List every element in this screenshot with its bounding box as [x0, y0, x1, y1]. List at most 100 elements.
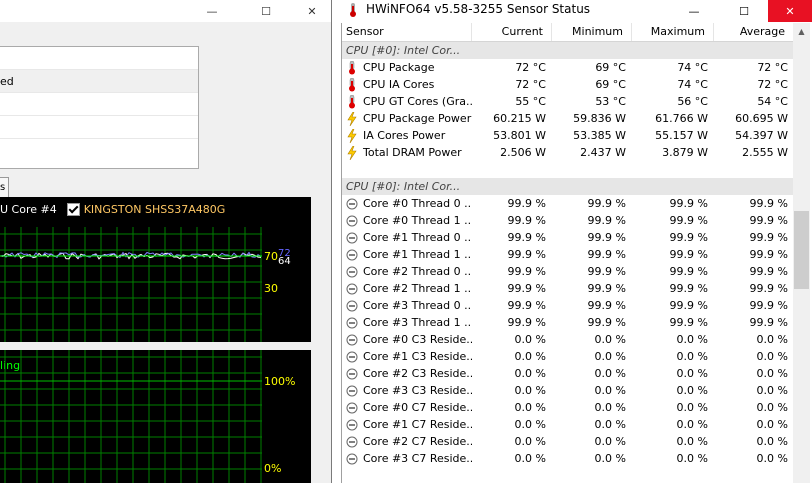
cell-average: 99.9 % — [749, 299, 788, 312]
cell-maximum: 99.9 % — [669, 265, 708, 278]
table-row[interactable]: Core #3 Thread 1 ... 99.9 % 99.9 % 99.9 % 99… — [342, 314, 794, 331]
table-row[interactable]: Core #1 Thread 0 ... 99.9 % 99.9 % 99.9 % 99… — [342, 229, 794, 246]
table-row[interactable]: Core #2 C3 Reside... 0.0 % 0.0 % 0.0 % 0.0 % — [342, 365, 794, 382]
cell-current: 99.9 % — [507, 316, 546, 329]
axis-label-70: 70 — [264, 250, 278, 263]
table-row[interactable]: Core #3 C3 Reside... 0.0 % 0.0 % 0.0 % 0.0 % — [342, 382, 794, 399]
table-row[interactable]: CPU Package Power 60.215 W 59.836 W 61.766 … — [342, 110, 794, 127]
table-row[interactable]: Core #1 C3 Reside... 0.0 % 0.0 % 0.0 % 0.0 % — [342, 348, 794, 365]
table-row[interactable]: Core #0 Thread 0 ... 99.9 % 99.9 % 99.9 % 99… — [342, 195, 794, 212]
table-row[interactable]: Core #0 C7 Reside... 0.0 % 0.0 % 0.0 % 0.0 % — [342, 399, 794, 416]
sensor-list[interactable]: ed — [0, 46, 199, 169]
cell-maximum: 99.9 % — [669, 282, 708, 295]
group-row[interactable]: CPU [#0]: Intel Cor... — [342, 178, 794, 195]
table-row[interactable]: Core #2 C7 Reside... 0.0 % 0.0 % 0.0 % 0.0 % — [342, 433, 794, 450]
table-row[interactable]: Total DRAM Power 2.506 W 2.437 W 3.879 W 2.5… — [342, 144, 794, 161]
cell-sensor: Core #2 C3 Reside... — [342, 365, 472, 382]
cell-average: 0.0 % — [756, 384, 788, 397]
cell-average: 60.695 W — [735, 112, 788, 125]
vertical-scrollbar[interactable]: ▲ — [793, 23, 810, 483]
cell-minimum: 99.9 % — [587, 231, 626, 244]
list-item[interactable] — [0, 139, 198, 161]
table-row[interactable]: Core #3 Thread 0 ... 99.9 % 99.9 % 99.9 % 99… — [342, 297, 794, 314]
cell-average: 99.9 % — [749, 316, 788, 329]
cell-sensor: Core #2 Thread 1 ... — [342, 280, 472, 297]
sensor-name: Core #3 C7 Reside... — [363, 452, 472, 465]
left-maximize-button[interactable]: ☐ — [249, 0, 283, 22]
cell-average: 0.0 % — [756, 401, 788, 414]
cell-sensor: CPU [#0]: Intel Cor... — [342, 178, 472, 195]
cell-maximum: 99.9 % — [669, 214, 708, 227]
gauge-icon — [346, 197, 363, 211]
tab-partial[interactable]: s — [0, 177, 9, 199]
cell-minimum: 0.0 % — [594, 350, 626, 363]
temperature-graph: 70 72 64 30 — [0, 227, 291, 342]
list-item[interactable] — [0, 93, 198, 116]
table-row[interactable]: IA Cores Power 53.801 W 53.385 W 55.157 W 54… — [342, 127, 794, 144]
column-header-current[interactable]: Current — [472, 23, 552, 41]
table-row[interactable]: Core #2 Thread 1 ... 99.9 % 99.9 % 99.9 % 99… — [342, 280, 794, 297]
maximize-icon: ☐ — [739, 4, 749, 18]
cell-current: 99.9 % — [507, 214, 546, 227]
left-minimize-button[interactable]: — — [195, 0, 229, 22]
sensor-table[interactable]: Sensor Current Minimum Maximum Average C… — [341, 23, 794, 483]
cell-average: 99.9 % — [749, 248, 788, 261]
list-item[interactable] — [0, 47, 198, 70]
cell-current: 99.9 % — [507, 231, 546, 244]
cell-current: 99.9 % — [507, 197, 546, 210]
cell-maximum: 0.0 % — [676, 418, 708, 431]
cell-sensor: Core #3 Thread 0 ... — [342, 297, 472, 314]
column-header-minimum[interactable]: Minimum — [552, 23, 632, 41]
cell-average: 99.9 % — [749, 231, 788, 244]
table-row[interactable]: Core #2 Thread 0 ... 99.9 % 99.9 % 99.9 % 99… — [342, 263, 794, 280]
table-row[interactable]: Core #3 C7 Reside... 0.0 % 0.0 % 0.0 % 0.0 % — [342, 450, 794, 467]
drive-checkbox[interactable] — [66, 203, 80, 216]
sensor-name: Core #0 C3 Reside... — [363, 333, 472, 346]
cell-maximum: 99.9 % — [669, 248, 708, 261]
cell-maximum: 56 °C — [677, 95, 708, 108]
table-row[interactable]: CPU IA Cores 72 °C 69 °C 74 °C 72 °C — [342, 76, 794, 93]
scrollbar-thumb[interactable] — [794, 211, 809, 289]
close-icon: ✕ — [307, 4, 317, 18]
sensor-name: Core #3 C3 Reside... — [363, 384, 472, 397]
maximize-button[interactable]: ☐ — [724, 0, 764, 22]
column-header-average[interactable]: Average — [714, 23, 794, 41]
cell-maximum: 0.0 % — [676, 333, 708, 346]
cell-sensor: CPU GT Cores (Gra... — [342, 93, 472, 110]
table-row[interactable]: CPU Package 72 °C 69 °C 74 °C 72 °C — [342, 59, 794, 76]
gauge-icon — [346, 231, 363, 245]
maximize-icon: ☐ — [261, 4, 271, 18]
left-close-button[interactable]: ✕ — [295, 0, 329, 22]
table-row[interactable]: Core #0 C3 Reside... 0.0 % 0.0 % 0.0 % 0.0 % — [342, 331, 794, 348]
cell-minimum: 99.9 % — [587, 282, 626, 295]
group-row[interactable]: CPU [#0]: Intel Cor... — [342, 42, 794, 59]
scroll-up-icon[interactable]: ▲ — [793, 23, 810, 40]
thermometer-app-icon — [350, 3, 356, 17]
list-item-selected[interactable]: ed — [0, 70, 198, 93]
drive-label: KINGSTON SHSS37A480G — [83, 203, 226, 216]
column-header-maximum[interactable]: Maximum — [632, 23, 714, 41]
minimize-button[interactable]: — — [674, 0, 714, 22]
cell-current — [472, 178, 552, 195]
cell-maximum: 0.0 % — [676, 435, 708, 448]
table-row[interactable]: Core #0 Thread 1 ... 99.9 % 99.9 % 99.9 % 99… — [342, 212, 794, 229]
table-row[interactable]: Core #1 Thread 1 ... 99.9 % 99.9 % 99.9 % 99… — [342, 246, 794, 263]
cell-minimum: 53.385 W — [573, 129, 626, 142]
cell-average — [714, 42, 794, 59]
table-row[interactable]: CPU GT Cores (Gra... 55 °C 53 °C 56 °C 54 °C — [342, 93, 794, 110]
axis-label-100: 100% — [264, 375, 296, 388]
list-item[interactable] — [0, 116, 198, 139]
cell-current: 0.0 % — [514, 333, 546, 346]
graph-grid — [0, 350, 262, 483]
close-button[interactable]: ✕ — [768, 0, 812, 22]
cell-minimum: 99.9 % — [587, 214, 626, 227]
cell-minimum: 59.836 W — [573, 112, 626, 125]
cell-sensor: Core #1 Thread 0 ... — [342, 229, 472, 246]
cell-maximum: 61.766 W — [655, 112, 708, 125]
sensor-name: Core #2 Thread 0 ... — [363, 265, 472, 278]
cell-average: 0.0 % — [756, 435, 788, 448]
cell-sensor: Core #1 C3 Reside... — [342, 348, 472, 365]
column-header-sensor[interactable]: Sensor — [342, 23, 472, 41]
cell-minimum: 0.0 % — [594, 384, 626, 397]
table-row[interactable]: Core #1 C7 Reside... 0.0 % 0.0 % 0.0 % 0.0 % — [342, 416, 794, 433]
